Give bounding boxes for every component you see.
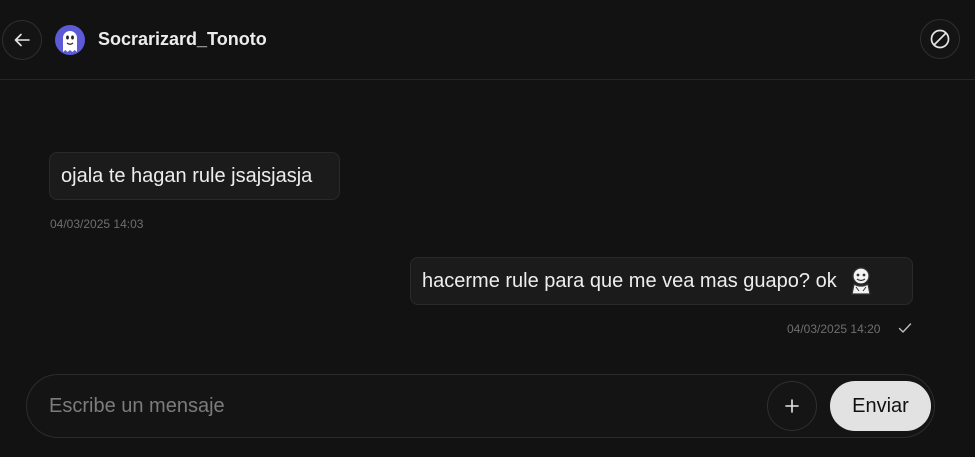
arrow-left-icon (14, 33, 30, 47)
ghost-avatar-icon (63, 31, 77, 52)
message-timestamp: 04/03/2025 14:03 (50, 217, 144, 231)
message-text: ojala te hagan rule jsajsjasja (61, 164, 313, 187)
message-bubble-sent[interactable]: hacerme rule para que me vea mas guapo? … (410, 257, 913, 305)
message-timestamp: 04/03/2025 14:20 (787, 322, 881, 336)
block-user-button[interactable] (920, 19, 960, 59)
message-input[interactable] (49, 389, 749, 423)
check-icon (898, 323, 912, 333)
chat-header: Socrarizard_Tonoto (0, 0, 975, 80)
back-button[interactable] (2, 20, 42, 60)
block-icon (930, 29, 950, 49)
plus-icon (785, 399, 799, 413)
avatar[interactable] (55, 25, 85, 55)
message-bubble-received[interactable]: ojala te hagan rule jsajsjasja (49, 152, 340, 200)
send-button[interactable]: Enviar (830, 381, 931, 431)
message-text: hacerme rule para que me vea mas guapo? … (422, 269, 837, 292)
sticker-icon (847, 265, 875, 297)
add-attachment-button[interactable] (767, 381, 817, 431)
chat-username[interactable]: Socrarizard_Tonoto (98, 29, 267, 50)
